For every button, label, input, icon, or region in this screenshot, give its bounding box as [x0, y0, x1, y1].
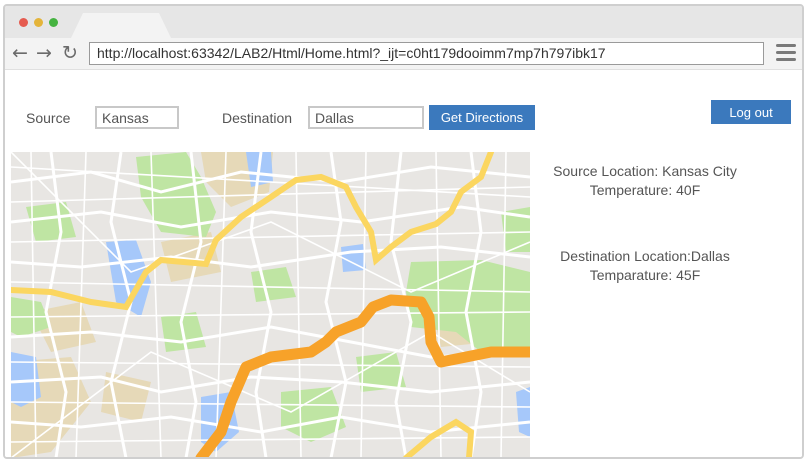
- destination-location-text: Destination Location:Dallas: [560, 248, 730, 264]
- browser-toolbar: ← → ↻ http://localhost:63342/LAB2/Html/H…: [5, 38, 802, 70]
- reload-icon[interactable]: ↻: [62, 43, 78, 63]
- map-graphic: [11, 152, 530, 457]
- source-location-text: Source Location: Kansas City: [553, 163, 737, 179]
- get-directions-button[interactable]: Get Directions: [429, 105, 535, 130]
- source-label: Source: [26, 110, 71, 126]
- destination-input[interactable]: [308, 106, 424, 129]
- browser-tab[interactable]: [71, 13, 171, 38]
- browser-window: ← → ↻ http://localhost:63342/LAB2/Html/H…: [3, 4, 804, 459]
- maximize-window-icon[interactable]: [49, 18, 58, 27]
- menu-icon[interactable]: [776, 44, 796, 62]
- address-bar[interactable]: http://localhost:63342/LAB2/Html/Home.ht…: [89, 42, 764, 65]
- minimize-window-icon[interactable]: [34, 18, 43, 27]
- source-input[interactable]: [95, 106, 179, 129]
- map[interactable]: [11, 152, 530, 457]
- forward-arrow-icon[interactable]: →: [36, 43, 52, 63]
- destination-label: Destination: [222, 110, 293, 126]
- title-bar: [5, 6, 802, 38]
- destination-temperature-text: Temparature: 45F: [589, 267, 701, 283]
- close-window-icon[interactable]: [19, 18, 28, 27]
- back-arrow-icon[interactable]: ←: [12, 43, 28, 63]
- logout-button[interactable]: Log out: [711, 100, 791, 124]
- page-content: Source Destination Get Directions Log ou…: [5, 70, 802, 457]
- source-temperature-text: Temperature: 40F: [589, 182, 701, 198]
- destination-info: Destination Location:Dallas Temparature:…: [540, 247, 750, 285]
- source-info: Source Location: Kansas City Temperature…: [540, 162, 750, 200]
